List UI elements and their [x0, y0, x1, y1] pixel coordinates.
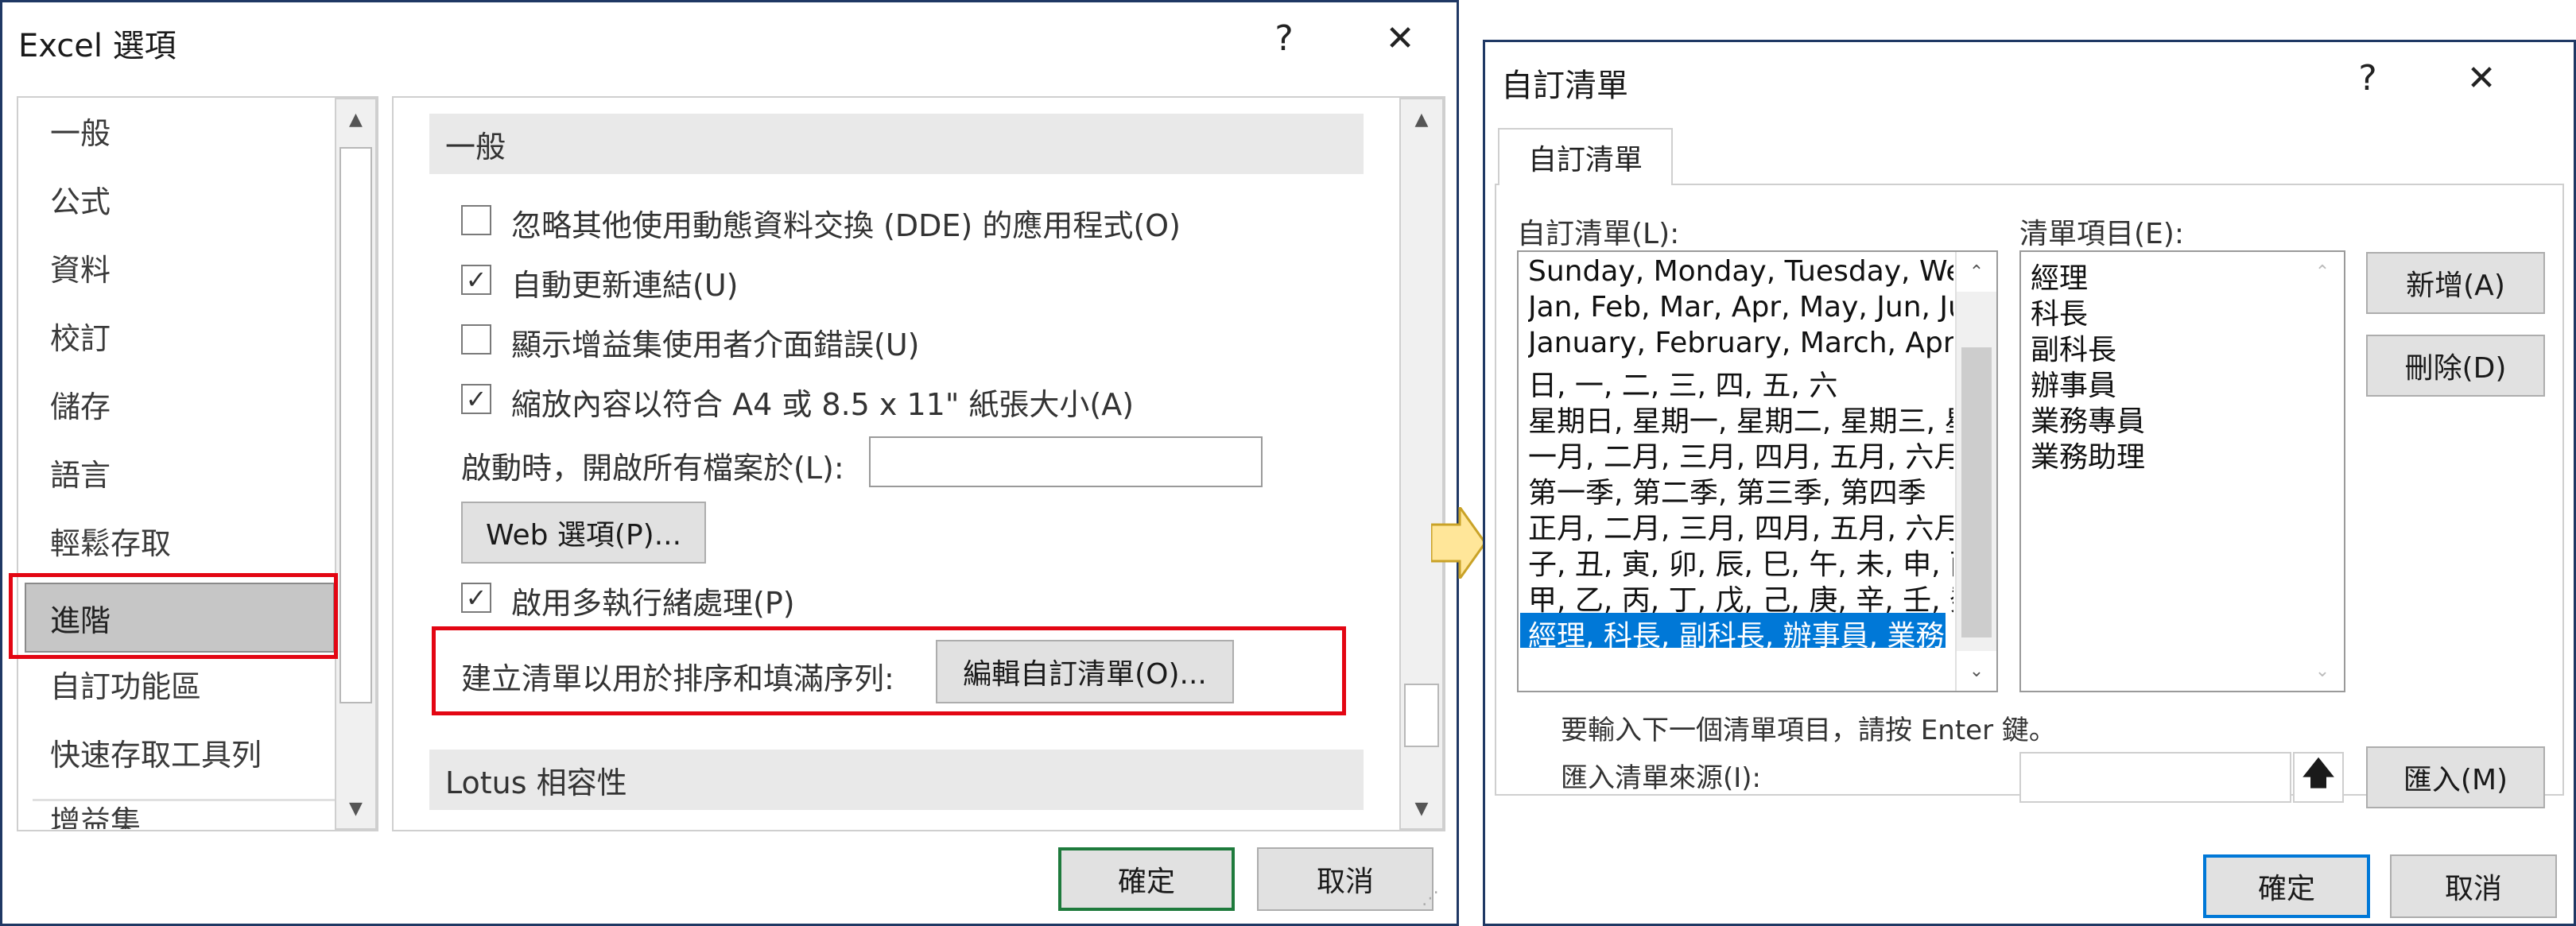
- nav-item[interactable]: 資料: [50, 246, 111, 289]
- startup-folder-label: 啟動時，開啟所有檔案於(L):: [461, 451, 844, 486]
- content-scroll-thumb[interactable]: [1404, 684, 1439, 747]
- list-entry: 業務助理: [2031, 441, 2146, 474]
- cancel-button[interactable]: 取消: [1257, 847, 1433, 911]
- nav-item[interactable]: 校訂: [50, 314, 111, 358]
- nav-highlight-box: [9, 573, 338, 659]
- import-source-input[interactable]: [2019, 752, 2291, 803]
- nav-divider: [33, 799, 339, 801]
- import-button[interactable]: 匯入(M): [2366, 746, 2545, 808]
- close-icon: ✕: [2466, 58, 2496, 99]
- list-item[interactable]: Sunday, Monday, Tuesday, Wec: [1528, 255, 1953, 288]
- add-button[interactable]: 新增(A): [2366, 252, 2545, 314]
- nav-item[interactable]: 語言: [50, 451, 111, 494]
- list-entries-box[interactable]: 經理 科長 副科長 辦事員 業務專員 業務助理 ⌃ ⌄: [2019, 250, 2345, 692]
- ok-button[interactable]: 確定: [1058, 847, 1235, 911]
- close-button[interactable]: ✕: [1376, 15, 1424, 63]
- scroll-up-icon[interactable]: ▲: [1401, 99, 1442, 139]
- lists-scroll-thumb[interactable]: [1961, 347, 1992, 637]
- entries-label: 清單項目(E):: [2019, 218, 2184, 250]
- lists-scrollbar[interactable]: ⌃ ⌄: [1955, 252, 1996, 691]
- hint-text: 要輸入下一個清單項目，請按 Enter 鍵。: [1561, 715, 2056, 746]
- list-item[interactable]: Jan, Feb, Mar, Apr, May, Jun, Jul: [1528, 291, 1953, 324]
- checkbox-dde-label: 忽略其他使用動態資料交換 (DDE) 的應用程式(O): [511, 208, 1181, 243]
- scroll-down-icon[interactable]: ▼: [336, 788, 375, 828]
- excel-options-title: Excel 選項: [18, 28, 177, 64]
- nav-item[interactable]: 公式: [50, 177, 111, 221]
- close-icon: ✕: [1385, 18, 1415, 59]
- nav-item[interactable]: 快速存取工具列: [50, 730, 262, 774]
- resize-grip-icon[interactable]: ⋰: [1422, 889, 1445, 912]
- nav-item[interactable]: 一般: [50, 109, 111, 153]
- nav-item[interactable]: 增益集: [50, 797, 141, 829]
- nav-scroll-thumb[interactable]: [339, 147, 372, 703]
- lists-label: 自訂清單(L):: [1517, 218, 1680, 250]
- nav-item[interactable]: 儲存: [50, 382, 111, 426]
- tab-custom-lists[interactable]: 自訂清單: [1498, 128, 1673, 185]
- collapse-dialog-button[interactable]: 🡅: [2293, 752, 2344, 803]
- custom-lists-listbox[interactable]: Sunday, Monday, Tuesday, Wec Jan, Feb, Ma…: [1517, 250, 1998, 692]
- arrow-right-icon: [1431, 507, 1487, 579]
- startup-folder-input[interactable]: [869, 436, 1263, 487]
- help-button[interactable]: ?: [1260, 15, 1308, 63]
- scroll-down-icon[interactable]: ▼: [1401, 788, 1442, 828]
- list-item[interactable]: January, February, March, April,: [1528, 327, 1953, 359]
- scroll-up-icon[interactable]: ▲: [336, 99, 375, 139]
- checkbox-scale-a4-label: 縮放內容以符合 A4 或 8.5 x 11" 紙張大小(A): [511, 387, 1135, 422]
- nav-item[interactable]: 自訂功能區: [50, 662, 201, 706]
- close-button[interactable]: ✕: [2458, 55, 2505, 103]
- upload-arrow-icon: 🡅: [2302, 755, 2335, 792]
- section-header-lotus: Lotus 相容性: [429, 750, 1364, 810]
- checkbox-addin-errors[interactable]: [461, 324, 491, 355]
- section-header-general: 一般: [429, 114, 1364, 174]
- scroll-down-icon[interactable]: ⌄: [1957, 651, 1996, 691]
- web-options-button[interactable]: Web 選項(P)...: [461, 502, 706, 564]
- checkbox-multithread-label: 啟用多執行緒處理(P): [511, 586, 795, 621]
- checkbox-addin-errors-label: 顯示增益集使用者介面錯誤(U): [511, 327, 920, 362]
- help-button[interactable]: ?: [2344, 55, 2392, 103]
- ok-button[interactable]: 確定: [2203, 854, 2370, 918]
- checkbox-auto-update-links-label: 自動更新連結(U): [511, 268, 739, 303]
- excel-options-dialog: Excel 選項 ? ✕ 一般 公式 資料 校訂 儲存 語言 輕鬆存取 進階 自訂功能區 快速存取…: [0, 0, 1459, 926]
- nav-scrollbar[interactable]: ▲ ▼: [335, 98, 377, 830]
- list-item[interactable]: 經理, 科長, 副科長, 辦事員, 業務專: [1520, 613, 1946, 648]
- checkbox-multithread[interactable]: ✓: [461, 583, 491, 613]
- scroll-up-icon[interactable]: ⌃: [1957, 252, 1996, 292]
- checkbox-dde[interactable]: [461, 205, 491, 235]
- custom-lists-dialog: 自訂清單 ? ✕ 自訂清單 自訂清單(L): Sunday, Monday, T…: [1483, 40, 2576, 926]
- scroll-down-icon[interactable]: ⌄: [2302, 651, 2342, 691]
- custom-lists-title: 自訂清單: [1501, 68, 1628, 104]
- cancel-button[interactable]: 取消: [2390, 854, 2557, 918]
- options-content-panel: 一般 忽略其他使用動態資料交換 (DDE) 的應用程式(O) ✓ 自動更新連結(…: [392, 96, 1445, 831]
- checkbox-scale-a4[interactable]: ✓: [461, 384, 491, 414]
- import-label: 匯入清單來源(I):: [1561, 762, 1762, 794]
- content-scrollbar[interactable]: ▲ ▼: [1399, 98, 1444, 830]
- delete-button[interactable]: 刪除(D): [2366, 335, 2545, 397]
- checkbox-auto-update-links[interactable]: ✓: [461, 265, 491, 295]
- scroll-up-icon[interactable]: ⌃: [2302, 252, 2342, 292]
- nav-item[interactable]: 輕鬆存取: [50, 519, 171, 563]
- custom-list-highlight-box: [432, 626, 1346, 715]
- options-nav-panel: 一般 公式 資料 校訂 儲存 語言 輕鬆存取 進階 自訂功能區 快速存取工具列 增益集 ▲ ▼: [17, 96, 378, 831]
